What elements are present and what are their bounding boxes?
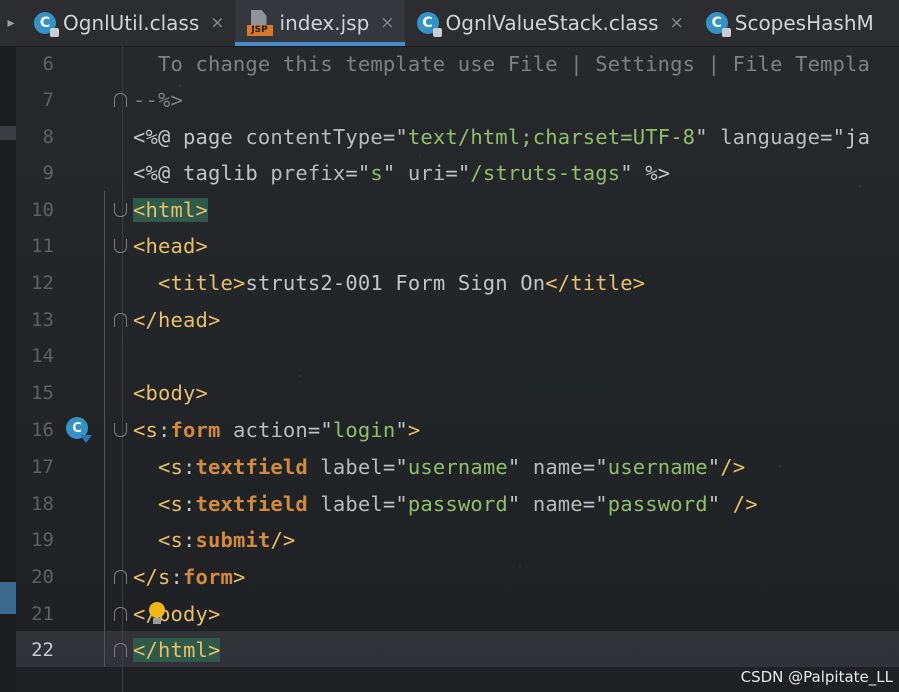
line-number: 22 xyxy=(31,639,54,661)
code-text[interactable]: <%@ page contentType="text/html;charset=… xyxy=(133,125,870,149)
code-line[interactable]: 8 <%@ page contentType="text/html;charse… xyxy=(0,119,899,155)
close-icon[interactable]: × xyxy=(210,13,224,33)
tab-ognlutil-class[interactable]: C OgnlUtil.class × xyxy=(22,0,235,46)
code-text[interactable]: <%@ taglib prefix="s" uri="/struts-tags"… xyxy=(133,161,670,185)
code-line[interactable]: 9 <%@ taglib prefix="s" uri="/struts-tag… xyxy=(0,155,899,191)
code-line[interactable]: 18 <s:textfield label="password" name="p… xyxy=(0,486,899,522)
code-text[interactable]: <html> xyxy=(133,198,208,222)
lock-icon xyxy=(432,28,442,37)
code-text[interactable]: To change this template use File | Setti… xyxy=(133,52,870,76)
code-line[interactable]: 12 <title>struts2-001 Form Sign On</titl… xyxy=(0,265,899,301)
code-line[interactable]: 22 </html> xyxy=(0,632,899,668)
line-number: 21 xyxy=(31,603,54,625)
code-line[interactable]: 7 --%> xyxy=(0,82,899,118)
fold-marker-icon[interactable] xyxy=(114,423,127,437)
code-line[interactable]: 13 </head> xyxy=(0,302,899,338)
code-line[interactable]: 14 xyxy=(0,338,899,374)
tab-label: OgnlUtil.class xyxy=(63,11,200,35)
code-line[interactable]: 10 <html> xyxy=(0,192,899,228)
code-text[interactable]: --%> xyxy=(133,88,183,112)
line-number: 9 xyxy=(42,162,54,184)
watermark: CSDN @Palpitate_LL xyxy=(740,668,893,686)
line-number: 17 xyxy=(31,456,54,478)
line-number: 10 xyxy=(31,199,54,221)
editor-tab-bar: ▸ C OgnlUtil.class × JSP index.jsp × C O… xyxy=(0,0,899,47)
close-icon[interactable]: × xyxy=(380,13,394,33)
arrow-down-icon xyxy=(80,435,92,443)
class-icon: C xyxy=(416,12,442,37)
class-icon: C xyxy=(705,12,731,37)
jsp-file-icon: JSP xyxy=(246,10,273,36)
fold-marker-icon[interactable] xyxy=(114,239,127,253)
tab-label: OgnlValueStack.class xyxy=(445,11,659,35)
struts-gutter-icon[interactable]: C xyxy=(66,417,92,443)
tab-scroll-left-icon[interactable]: ▸ xyxy=(0,0,22,46)
code-editor[interactable]: 6 To change this template use File | Set… xyxy=(0,46,899,692)
lightbulb-icon[interactable] xyxy=(148,602,166,626)
lock-icon xyxy=(721,28,731,37)
code-text[interactable]: </s:form> xyxy=(133,565,245,589)
code-line[interactable]: 15 <body> xyxy=(0,375,899,411)
code-line[interactable]: 21 </body> xyxy=(0,596,899,632)
fold-marker-icon[interactable] xyxy=(114,203,127,217)
code-line[interactable]: 17 <s:textfield label="username" name="u… xyxy=(0,449,899,485)
line-number: 7 xyxy=(42,89,54,111)
fold-marker-icon[interactable] xyxy=(114,93,127,107)
line-number: 11 xyxy=(31,235,54,257)
tab-label: ScopesHashM xyxy=(734,11,874,35)
code-line[interactable]: 20 </s:form> xyxy=(0,559,899,595)
code-text[interactable]: <body> xyxy=(133,381,208,405)
code-line[interactable]: 11 <head> xyxy=(0,228,899,264)
tab-index-jsp[interactable]: JSP index.jsp × xyxy=(234,0,405,46)
line-number: 14 xyxy=(31,345,54,367)
code-text[interactable]: </head> xyxy=(133,308,220,332)
line-number: 19 xyxy=(31,529,54,551)
line-number: 6 xyxy=(42,53,54,75)
line-number: 15 xyxy=(31,382,54,404)
line-number: 18 xyxy=(31,493,54,515)
class-icon: C xyxy=(34,12,59,37)
code-text[interactable]: <s:submit/> xyxy=(133,528,295,552)
fold-marker-icon[interactable] xyxy=(114,607,127,621)
fold-marker-icon[interactable] xyxy=(114,643,127,657)
lock-icon xyxy=(50,28,59,37)
code-text[interactable]: <head> xyxy=(133,234,208,258)
code-line[interactable]: 19 <s:submit/> xyxy=(0,522,899,558)
code-text[interactable]: <s:form action="login"> xyxy=(133,418,420,442)
tab-ognlvaluestack-class[interactable]: C OgnlValueStack.class × xyxy=(405,0,694,46)
fold-marker-icon[interactable] xyxy=(114,570,127,584)
fold-marker-icon[interactable] xyxy=(114,313,127,327)
code-line[interactable]: 6 To change this template use File | Set… xyxy=(0,46,899,82)
code-text[interactable]: </body> xyxy=(133,602,220,626)
line-number: 16 xyxy=(31,419,54,441)
code-text[interactable]: <s:textfield label="password" name="pass… xyxy=(133,492,758,516)
code-text[interactable]: <title>struts2-001 Form Sign On</title> xyxy=(133,271,645,295)
line-number: 13 xyxy=(31,309,54,331)
line-number: 20 xyxy=(31,566,54,588)
tab-scopeshashmap-class[interactable]: C ScopesHashM xyxy=(694,0,884,46)
line-number: 8 xyxy=(42,126,54,148)
code-text[interactable]: <s:textfield label="username" name="user… xyxy=(133,455,745,479)
code-line[interactable]: 16 C <s:form action="login"> xyxy=(0,412,899,448)
code-text[interactable]: </html> xyxy=(133,638,221,662)
line-number: 12 xyxy=(31,272,54,294)
tab-label: index.jsp xyxy=(279,11,370,35)
close-icon[interactable]: × xyxy=(670,13,684,33)
